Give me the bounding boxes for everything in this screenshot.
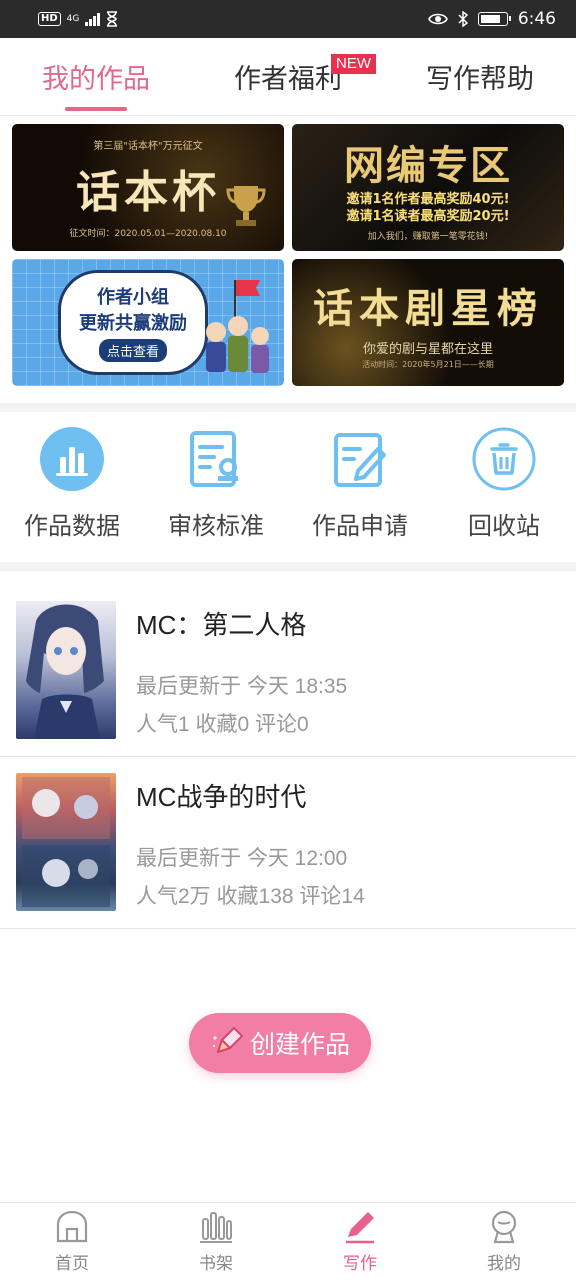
- action-recycle-bin[interactable]: 回收站: [432, 420, 576, 560]
- list-item[interactable]: MC：第二人格 最后更新于 今天 18:35 人气1 收藏0 评论0: [0, 585, 576, 757]
- banner-subtitle: 第三届"话本杯"万元征文: [93, 140, 203, 152]
- action-label: 作品申请: [312, 512, 408, 540]
- banner-footnote: 活动时间：2020年5月21日——长期: [362, 359, 494, 369]
- cartoon-people-icon: [206, 280, 269, 373]
- banner-title: 话本剧星榜: [313, 284, 543, 332]
- pencil-icon: [212, 1027, 243, 1053]
- trophy-icon: [226, 186, 266, 226]
- banner-line: 邀请1名作者最高奖励40元!: [346, 192, 510, 207]
- quick-actions: 作品数据 审核标准 作品申请 回收站: [0, 420, 576, 560]
- create-work-button[interactable]: 创建作品: [189, 1013, 371, 1073]
- bluetooth-icon: [458, 11, 468, 27]
- banner-subtitle: 更新共赢激励: [79, 313, 187, 334]
- status-bar: HD 4G 6:46: [0, 0, 576, 38]
- nav-write[interactable]: 写作: [288, 1203, 432, 1280]
- banner-author-group[interactable]: 作者小组 更新共赢激励 点击查看: [12, 259, 284, 386]
- signal-icon: [85, 12, 101, 26]
- banner-huaben-cup[interactable]: 第三届"话本杯"万元征文 话本杯 征文时间：2020.05.01—2020.08…: [12, 124, 284, 251]
- tab-label: 写作帮助: [426, 64, 534, 95]
- section-divider: [0, 562, 576, 571]
- bottom-nav: 首页 书架 写作 我的: [0, 1202, 576, 1280]
- nav-label: 首页: [55, 1254, 89, 1274]
- create-button-label: 创建作品: [249, 1030, 350, 1059]
- new-badge: NEW: [331, 54, 376, 74]
- banner-title: 作者小组: [97, 287, 169, 308]
- work-info: MC：第二人格 最后更新于 今天 18:35 人气1 收藏0 评论0: [136, 601, 347, 756]
- banner-title: 话本杯: [76, 166, 220, 218]
- action-work-apply[interactable]: 作品申请: [288, 420, 432, 560]
- work-cover: [16, 773, 116, 911]
- tab-label: 作者福利: [234, 64, 342, 95]
- work-info: MC战争的时代 最后更新于 今天 12:00 人气2万 收藏138 评论14: [136, 773, 365, 928]
- work-cover: [16, 601, 116, 739]
- work-updated: 最后更新于 今天 18:35: [136, 675, 348, 698]
- tab-label: 我的作品: [42, 64, 150, 95]
- clock: 6:46: [517, 9, 556, 29]
- network-type: 4G: [66, 13, 80, 24]
- banner-editor-zone[interactable]: 网编专区 邀请1名作者最高奖励40元! 邀请1名读者最高奖励20元! 加入我们，…: [292, 124, 564, 251]
- trash-icon: [471, 426, 537, 492]
- nav-label: 我的: [487, 1254, 521, 1274]
- nav-bookshelf[interactable]: 书架: [144, 1203, 288, 1280]
- tab-author-benefits[interactable]: 作者福利 NEW: [192, 38, 384, 115]
- nav-home[interactable]: 首页: [0, 1203, 144, 1280]
- work-stats: 人气1 收藏0 评论0: [136, 713, 309, 736]
- banner-view-button: 点击查看: [98, 339, 167, 362]
- status-left: HD 4G: [38, 11, 118, 27]
- nav-me[interactable]: 我的: [432, 1203, 576, 1280]
- banner-bubble: 作者小组 更新共赢激励 点击查看: [58, 270, 208, 375]
- profile-icon: [491, 1210, 517, 1244]
- hd-badge: HD: [38, 12, 61, 26]
- work-stats: 人气2万 收藏138 评论14: [136, 885, 365, 908]
- status-right: 6:46: [427, 9, 556, 29]
- nav-label: 书架: [199, 1254, 233, 1274]
- banner-footnote: 加入我们，赚取第一笔零花钱!: [367, 232, 489, 242]
- action-label: 作品数据: [24, 512, 120, 540]
- edit-document-icon: [327, 426, 393, 492]
- eye-icon: [427, 13, 448, 25]
- battery-icon: [477, 12, 511, 26]
- action-label: 回收站: [468, 512, 540, 540]
- work-title: MC：第二人格: [136, 610, 307, 640]
- list-item[interactable]: MC战争的时代 最后更新于 今天 12:00 人气2万 收藏138 评论14: [0, 757, 576, 929]
- action-work-data[interactable]: 作品数据: [0, 420, 144, 560]
- action-label: 审核标准: [168, 512, 264, 540]
- works-list: MC：第二人格 最后更新于 今天 18:35 人气1 收藏0 评论0 MC战争的…: [0, 585, 576, 929]
- bookshelf-icon: [200, 1212, 232, 1243]
- section-divider: [0, 403, 576, 412]
- review-standard-icon: [183, 426, 249, 492]
- banner-drama-star-list[interactable]: 话本剧星榜 你爱的剧与星都在这里 活动时间：2020年5月21日——长期: [292, 259, 564, 386]
- banner-subtitle: 你爱的剧与星都在这里: [362, 341, 493, 357]
- nav-label: 写作: [343, 1254, 377, 1274]
- pen-icon: [346, 1212, 374, 1244]
- tab-writing-help[interactable]: 写作帮助: [384, 38, 576, 115]
- banner-grid: 第三届"话本杯"万元征文 话本杯 征文时间：2020.05.01—2020.08…: [12, 124, 564, 386]
- hourglass-icon: [107, 11, 118, 27]
- bar-chart-icon: [39, 426, 105, 492]
- banner-title: 网编专区: [344, 143, 512, 189]
- banner-footnote: 征文时间：2020.05.01—2020.08.10: [69, 228, 227, 239]
- tab-my-works[interactable]: 我的作品: [0, 38, 192, 115]
- home-icon: [56, 1210, 88, 1243]
- banner-line: 邀请1名读者最高奖励20元!: [346, 209, 510, 224]
- work-title: MC战争的时代: [136, 782, 307, 812]
- work-updated: 最后更新于 今天 12:00: [136, 847, 348, 870]
- action-review-standard[interactable]: 审核标准: [144, 420, 288, 560]
- top-tabs: 我的作品 作者福利 NEW 写作帮助: [0, 38, 576, 116]
